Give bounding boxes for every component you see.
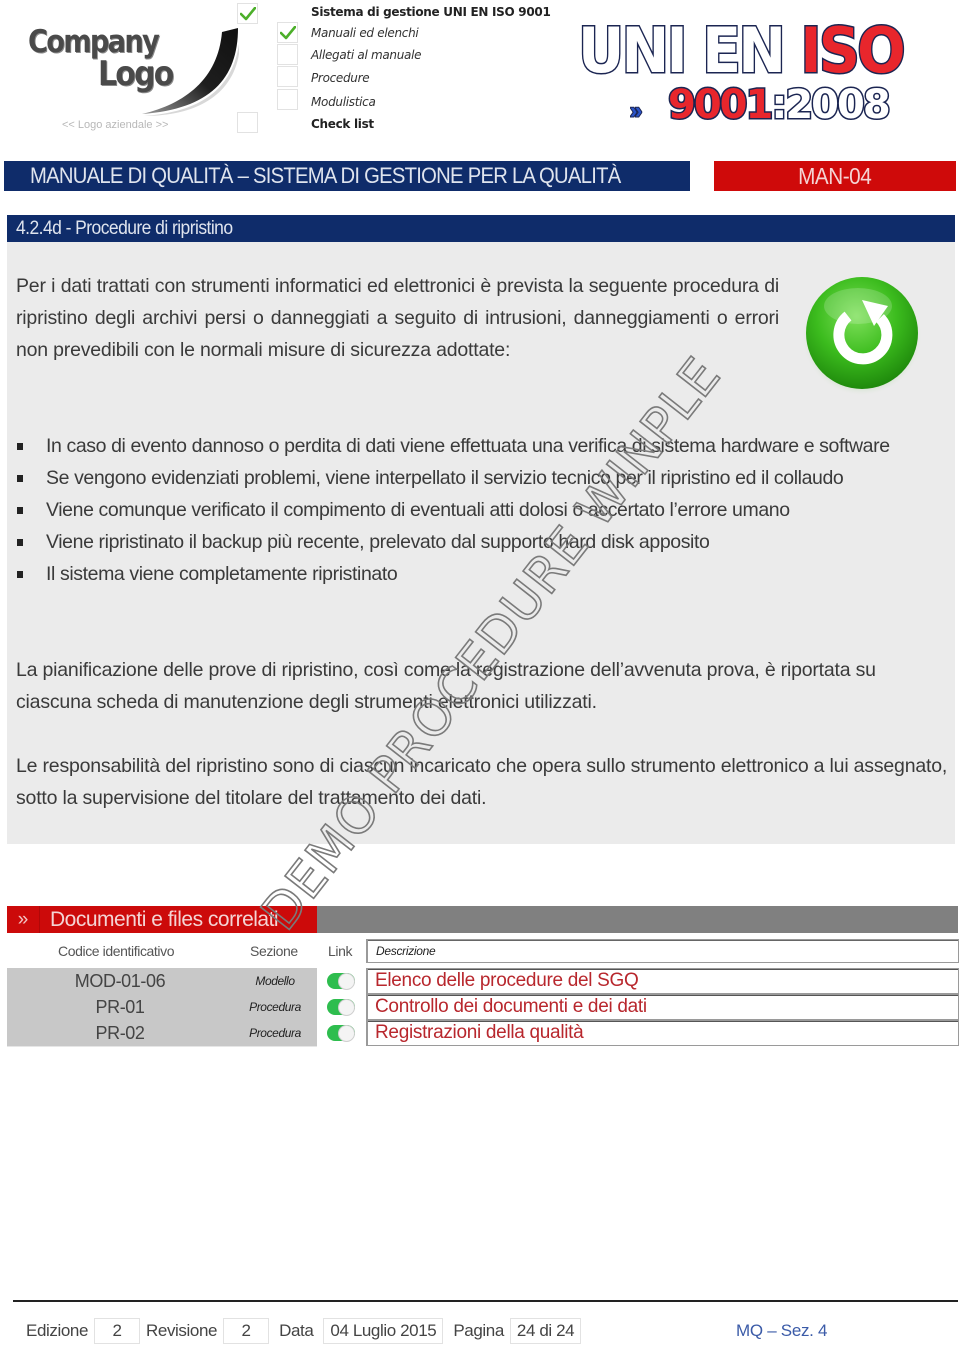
date-value: 04 Luglio 2015 xyxy=(323,1318,444,1344)
row-background: PR-01 Procedura xyxy=(7,994,317,1021)
column-header-section: Sezione xyxy=(250,943,298,959)
iso-badge-uni-en: UNI EN xyxy=(577,13,788,89)
menu-item-modulistica[interactable]: Modulistica xyxy=(311,95,376,109)
bullet-square-icon xyxy=(17,475,23,482)
iso-badge-2008: :2008 xyxy=(770,81,892,130)
list-item: Viene comunque verificato il compimento … xyxy=(16,494,946,526)
column-header-code: Codice identificativo xyxy=(58,943,175,959)
doc-code: PR-02 xyxy=(95,1023,145,1043)
iso-badge-title: UNI EN ISO xyxy=(577,13,907,89)
iso-badge-9001: 9001 xyxy=(666,81,774,130)
manual-title: MANUALE DI QUALITÀ – SISTEMA DI GESTIONE… xyxy=(30,163,621,188)
link-toggle[interactable] xyxy=(327,973,355,990)
list-item: Se vengono evidenziati problemi, viene i… xyxy=(16,462,946,494)
doc-description-link[interactable]: Elenco delle procedure del SGQ xyxy=(366,968,959,994)
related-docs-heading: » Documenti e files correlati xyxy=(7,906,317,933)
doc-code: MOD-01-06 xyxy=(74,971,166,991)
edition-label: Edizione xyxy=(26,1321,89,1340)
menu-item-sistema-gestione[interactable]: Sistema di gestione UNI EN ISO 9001 xyxy=(311,5,551,19)
bullet-square-icon xyxy=(17,539,23,546)
checkbox-allegati[interactable] xyxy=(277,44,298,65)
list-item-text: Viene ripristinato il backup più recente… xyxy=(46,531,710,553)
column-header-description-label: Descrizione xyxy=(376,944,436,958)
menu-item-check-list[interactable]: Check list xyxy=(311,117,374,131)
checkmark-icon xyxy=(279,25,296,39)
table-row: PR-02 Procedura Registrazioni della qual… xyxy=(7,1020,959,1047)
list-item: Viene ripristinato il backup più recente… xyxy=(16,526,946,558)
section-heading-bar: 4.2.4d - Procedure di ripristino xyxy=(7,215,955,242)
menu-item-manuali[interactable]: Manuali ed elenchi xyxy=(311,26,419,40)
document-code: MAN-04 xyxy=(798,162,872,189)
edition-value: 2 xyxy=(94,1318,141,1344)
column-header-link: Link xyxy=(328,943,353,959)
section-reference: MQ – Sez. 4 xyxy=(736,1321,828,1340)
checkbox-manuali[interactable] xyxy=(277,22,298,43)
checkmark-icon xyxy=(239,6,256,20)
row-background: PR-02 Procedura xyxy=(7,1020,317,1047)
company-logo: Company Logo xyxy=(20,18,239,118)
manual-title-bar: MANUALE DI QUALITÀ – SISTEMA DI GESTIONE… xyxy=(4,161,690,191)
row-background: MOD-01-06 Modello xyxy=(7,968,317,995)
document-code-badge: MAN-04 xyxy=(714,161,956,191)
doc-description-link[interactable]: Registrazioni della qualità xyxy=(366,1020,959,1046)
bullet-square-icon xyxy=(17,443,23,450)
doc-section: Procedura xyxy=(249,1026,301,1040)
doc-section: Procedura xyxy=(249,1000,301,1014)
menu-item-allegati[interactable]: Allegati al manuale xyxy=(311,48,422,62)
procedure-steps-list: In caso di evento dannoso o perdita di d… xyxy=(16,430,946,590)
list-item: Il sistema viene completamente ripristin… xyxy=(16,558,946,590)
intro-paragraph: Per i dati trattati con strumenti inform… xyxy=(16,275,779,361)
doc-description[interactable]: Controllo dei documenti e dei dati xyxy=(375,996,647,1018)
doc-description[interactable]: Elenco delle procedure del SGQ xyxy=(375,970,639,992)
list-item-text: Il sistema viene completamente ripristin… xyxy=(46,563,398,585)
link-toggle[interactable] xyxy=(327,1025,355,1042)
section-heading: 4.2.4d - Procedure di ripristino xyxy=(16,217,233,239)
revision-label: Revisione xyxy=(146,1321,218,1340)
related-docs-bar: » Documenti e files correlati xyxy=(7,906,958,933)
date-label: Data xyxy=(279,1321,314,1340)
bullet-square-icon xyxy=(17,507,23,514)
section-content-panel: Per i dati trattati con strumenti inform… xyxy=(7,242,955,844)
iso-badge-number: 9001:2008 xyxy=(666,81,892,130)
column-header-description: Descrizione xyxy=(366,939,959,963)
revision-value: 2 xyxy=(223,1318,270,1344)
footer-divider xyxy=(13,1300,958,1302)
list-item-text: Viene comunque verificato il compimento … xyxy=(46,499,790,521)
list-item-text: Se vengono evidenziati problemi, viene i… xyxy=(46,467,844,489)
toggle-knob xyxy=(338,1025,355,1042)
restore-icon xyxy=(802,276,922,396)
page-label: Pagina xyxy=(453,1321,504,1340)
toggle-knob xyxy=(338,973,355,990)
menu-item-procedure[interactable]: Procedure xyxy=(311,71,370,85)
toggle-knob xyxy=(338,999,355,1016)
bullet-square-icon xyxy=(17,571,23,578)
doc-description-link[interactable]: Controllo dei documenti e dei dati xyxy=(366,994,959,1020)
related-docs-title: Documenti e files correlati xyxy=(50,907,279,931)
double-chevron-icon: » xyxy=(629,97,643,124)
iso-badge-iso: ISO xyxy=(799,13,907,89)
document-footer: Edizione 2 Revisione 2 Data 04 Luglio 20… xyxy=(26,1318,587,1344)
logo-swoosh-icon xyxy=(142,28,239,116)
checkbox-procedure[interactable] xyxy=(277,66,298,87)
doc-code: PR-01 xyxy=(95,997,145,1017)
double-chevron-icon: » xyxy=(7,906,40,933)
table-row: PR-01 Procedura Controllo dei documenti … xyxy=(7,994,959,1021)
planning-paragraph: La pianificazione delle prove di riprist… xyxy=(16,659,876,713)
page-value: 24 di 24 xyxy=(509,1318,582,1344)
doc-description[interactable]: Registrazioni della qualità xyxy=(375,1022,584,1044)
link-toggle[interactable] xyxy=(327,999,355,1016)
doc-section: Modello xyxy=(255,974,295,988)
list-item-text: In caso di evento dannoso o perdita di d… xyxy=(46,435,890,457)
checkbox-check-list[interactable] xyxy=(237,112,258,133)
responsibility-paragraph: Le responsabilità del ripristino sono di… xyxy=(16,755,948,809)
table-row: MOD-01-06 Modello Elenco delle procedure… xyxy=(7,968,959,995)
logo-caption: << Logo aziendale >> xyxy=(62,119,169,131)
iso-certification-badge: UNI EN ISO » 9001:2008 xyxy=(576,13,916,130)
checkbox-modulistica[interactable] xyxy=(277,89,298,110)
checkbox-sistema-gestione[interactable] xyxy=(237,3,258,24)
list-item: In caso di evento dannoso o perdita di d… xyxy=(16,430,946,462)
